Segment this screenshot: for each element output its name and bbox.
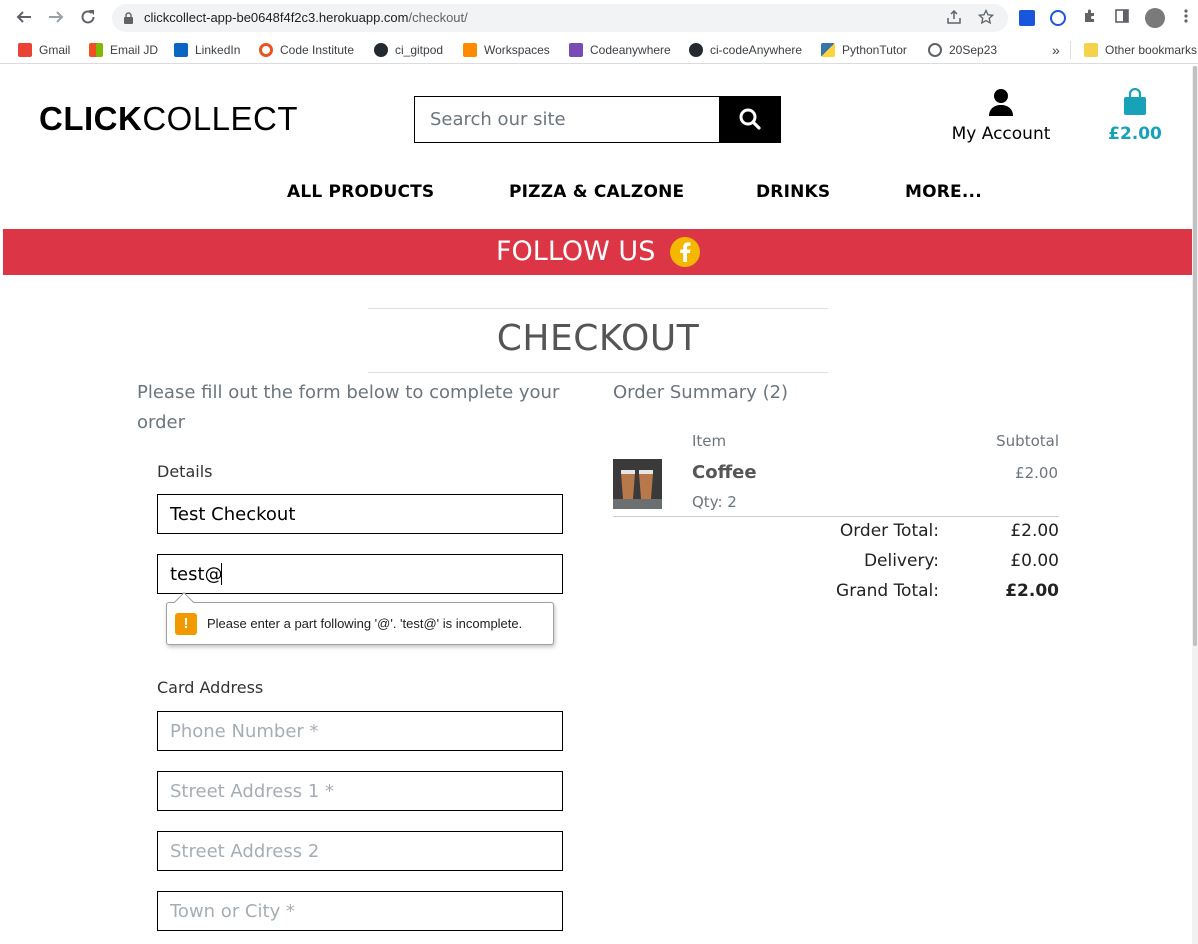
nav-more[interactable]: MORE... [905,182,982,202]
order-summary-title: Order Summary (2) [613,382,789,403]
extension-icon[interactable] [1048,8,1068,28]
my-account-link[interactable]: My Account [941,88,1061,144]
extension-icon[interactable] [1017,8,1037,28]
checkout-page: CLICKCOLLECT My Account £2.00 ALL PRODUC… [3,66,1192,944]
text-caret [221,563,222,585]
street1-field-wrapper [157,771,563,811]
gitpod-icon [463,43,477,57]
street-address-1-field[interactable] [158,772,562,810]
delivery-value: £0.00 [1010,551,1059,571]
nav-all-products[interactable]: ALL PRODUCTS [287,182,434,202]
search-input-wrapper [414,96,720,143]
bookmark-codeanywhere[interactable]: Codeanywhere [569,42,671,58]
follow-us-text: FOLLOW US [496,236,656,267]
nav-drinks[interactable]: DRINKS [756,182,830,202]
email-field-wrapper [157,554,563,594]
bookmarks-overflow-button[interactable]: » [1052,42,1060,58]
lock-icon [124,12,133,24]
my-account-label: My Account [951,124,1051,144]
share-icon[interactable] [945,9,963,27]
github-icon [374,43,388,57]
warning-icon: ! [175,613,197,635]
street2-field-wrapper [157,831,563,871]
site-logo[interactable]: CLICKCOLLECT [39,100,298,138]
back-arrow-icon[interactable] [14,8,34,28]
bookmark-code-institute[interactable]: Code Institute [259,42,354,58]
address-bar[interactable]: clickcollect-app-be0648f4f2c3.herokuapp.… [112,4,1008,32]
bookmark-linkedin[interactable]: LinkedIn [174,42,240,58]
bookmarks-bar: Gmail Email JD LinkedIn Code Institute c… [0,36,1198,64]
bookmark-star-icon[interactable] [977,8,995,27]
microsoft-icon [89,43,103,57]
reload-icon[interactable] [78,8,98,28]
checkout-intro: Please fill out the form below to comple… [137,382,560,433]
phone-number-field[interactable] [158,712,562,750]
subtotal-column-header: Subtotal [996,432,1059,450]
order-total-label: Order Total: [839,521,939,541]
bag-total: £2.00 [1108,124,1162,144]
profile-avatar[interactable] [1145,8,1165,28]
grand-total-label: Grand Total: [836,581,939,601]
github-icon [689,43,703,57]
bookmarks-divider [1070,41,1071,59]
item-column-header: Item [692,432,727,450]
facebook-icon[interactable] [670,237,700,267]
history-icon [928,43,942,57]
bookmark-workspaces[interactable]: Workspaces [463,42,550,58]
bookmark-20sep23[interactable]: 20Sep23 [928,42,997,58]
linkedin-icon [174,43,188,57]
details-legend: Details [157,462,213,481]
town-field-wrapper [157,891,563,931]
bookmark-ci-gitpod[interactable]: ci_gitpod [374,42,443,58]
page-title: CHECKOUT [496,318,700,359]
full-name-field-wrapper [157,494,563,534]
browser-toolbar: clickcollect-app-be0648f4f2c3.herokuapp.… [0,0,1198,36]
item-name: Coffee [692,462,757,483]
user-icon [989,89,1013,116]
gmail-icon [18,43,32,57]
grand-total-value: £2.00 [1005,581,1059,601]
codeanywhere-icon [569,43,583,57]
side-panel-icon[interactable] [1112,8,1132,28]
bookmark-ci-codeanywhere[interactable]: ci-codeAnywhere [689,42,802,58]
town-or-city-field[interactable] [158,892,562,930]
folder-icon [1084,43,1098,57]
follow-us-banner: FOLLOW US [3,229,1192,275]
order-total-value: £2.00 [1010,521,1059,541]
nav-pizza-calzone[interactable]: PIZZA & CALZONE [509,182,684,202]
full-name-field[interactable] [158,495,562,533]
card-address-legend: Card Address [157,678,264,697]
menu-kebab-icon[interactable] [1176,8,1196,28]
product-thumbnail[interactable] [613,459,662,509]
forward-arrow-icon[interactable] [46,8,66,28]
delivery-label: Delivery: [863,551,939,571]
shopping-bag-link[interactable]: £2.00 [1105,87,1165,144]
tooltip-arrow [174,592,194,612]
shopping-bag-icon [1124,87,1146,115]
title-rule-bottom [368,372,828,373]
python-icon [821,43,835,57]
item-quantity: Qty: 2 [692,493,737,511]
bookmark-email-jd[interactable]: Email JD [89,42,158,58]
search-icon [739,108,761,130]
item-subtotal: £2.00 [1015,464,1058,482]
code-institute-icon [259,43,273,57]
phone-field-wrapper [157,711,563,751]
title-rule-top [368,308,828,309]
scrollbar-thumb[interactable] [1193,66,1197,646]
bookmark-pythontutor[interactable]: PythonTutor [821,42,907,58]
email-field[interactable] [158,555,562,593]
search-input[interactable] [415,97,719,142]
search-button[interactable] [719,96,781,143]
street-address-2-field[interactable] [158,832,562,870]
bookmark-gmail[interactable]: Gmail [18,42,70,58]
summary-divider [613,516,1059,517]
validation-tooltip: ! Please enter a part following '@'. 'te… [166,592,554,645]
bookmark-other-folder[interactable]: Other bookmarks [1084,42,1197,58]
validation-message: Please enter a part following '@'. 'test… [207,616,523,631]
url-text: clickcollect-app-be0648f4f2c3.herokuapp.… [144,10,468,25]
extensions-puzzle-icon[interactable] [1080,8,1100,28]
